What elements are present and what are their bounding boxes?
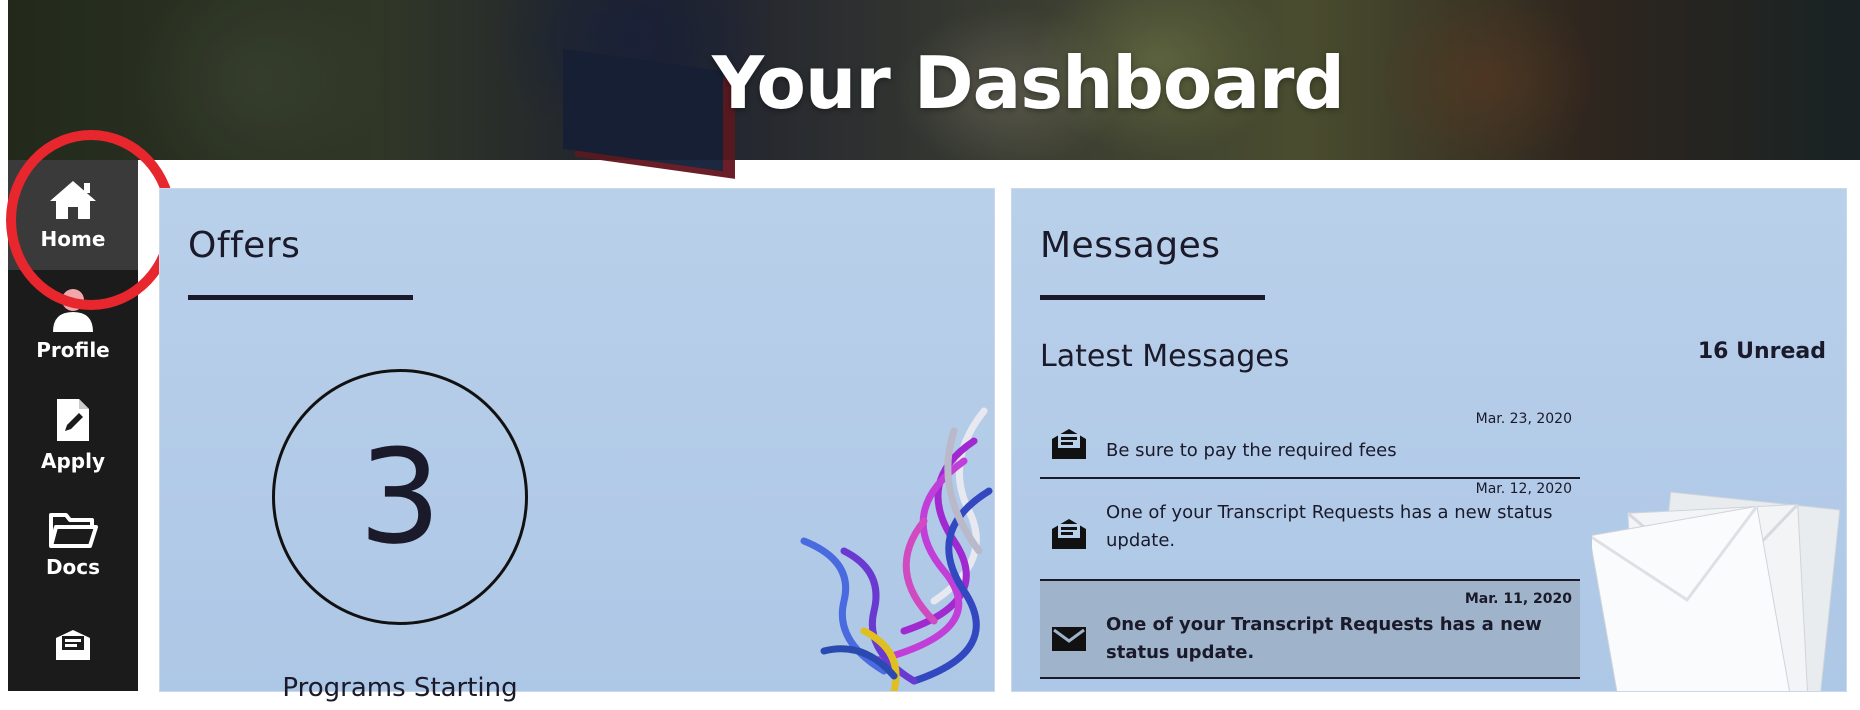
offers-count: 3	[358, 421, 442, 573]
message-item[interactable]: Mar. 12, 2020 One of your Transcript Req…	[1040, 479, 1580, 581]
left-border	[0, 0, 8, 691]
message-icon	[53, 628, 93, 662]
offers-card: Offers 3 Programs Starting	[160, 189, 994, 703]
sidebar-item-label: Home	[40, 227, 106, 251]
home-icon	[48, 179, 98, 221]
envelope-icon	[1050, 625, 1088, 657]
envelope-open-icon	[1050, 517, 1088, 555]
message-text: Be sure to pay the required fees	[1106, 440, 1397, 461]
latest-messages-title: Latest Messages	[1040, 339, 1290, 374]
message-date: Mar. 12, 2020	[1475, 481, 1572, 497]
confetti-image	[764, 401, 994, 691]
sidebar-item-profile[interactable]: Profile	[8, 270, 138, 380]
message-text: One of your Transcript Requests has a ne…	[1106, 502, 1553, 551]
folder-icon	[48, 511, 98, 549]
message-item[interactable]: Mar. 23, 2020 Be sure to pay the require…	[1040, 409, 1580, 479]
message-text: One of your Transcript Requests has a ne…	[1106, 614, 1542, 663]
sidebar-item-messages[interactable]	[8, 600, 138, 710]
sidebar-item-label: Apply	[40, 449, 105, 473]
envelopes-image	[1588, 479, 1842, 710]
sidebar-item-label: Profile	[36, 338, 110, 362]
unread-count[interactable]: 16 Unread	[1698, 339, 1826, 364]
message-list: Mar. 23, 2020 Be sure to pay the require…	[1040, 409, 1580, 679]
title-underline	[1040, 295, 1265, 300]
sidebar-item-label: Docs	[45, 555, 101, 579]
sidebar-item-docs[interactable]: Docs	[8, 490, 138, 600]
sidebar-item-apply[interactable]: Apply	[8, 380, 138, 490]
title-underline	[188, 295, 413, 300]
page-title: Your Dashboard	[712, 41, 1345, 125]
message-item-unread[interactable]: Mar. 11, 2020 One of your Transcript Req…	[1040, 581, 1580, 679]
offers-caption: Programs Starting	[282, 673, 518, 703]
messages-card: Messages Latest Messages 16 Unread Mar. …	[1012, 189, 1846, 710]
offers-count-circle[interactable]: 3	[272, 369, 528, 625]
envelope-open-icon	[1050, 427, 1088, 465]
user-icon	[51, 288, 95, 332]
messages-title: Messages	[1040, 225, 1221, 266]
message-date: Mar. 23, 2020	[1475, 411, 1572, 427]
offers-title: Offers	[188, 225, 301, 266]
hero-banner: Your Dashboard	[8, 0, 1860, 172]
sidebar: Home Profile Apply Docs	[8, 160, 138, 691]
sidebar-item-home[interactable]: Home	[8, 160, 138, 270]
document-edit-icon	[55, 397, 91, 443]
message-date: Mar. 11, 2020	[1464, 591, 1572, 607]
